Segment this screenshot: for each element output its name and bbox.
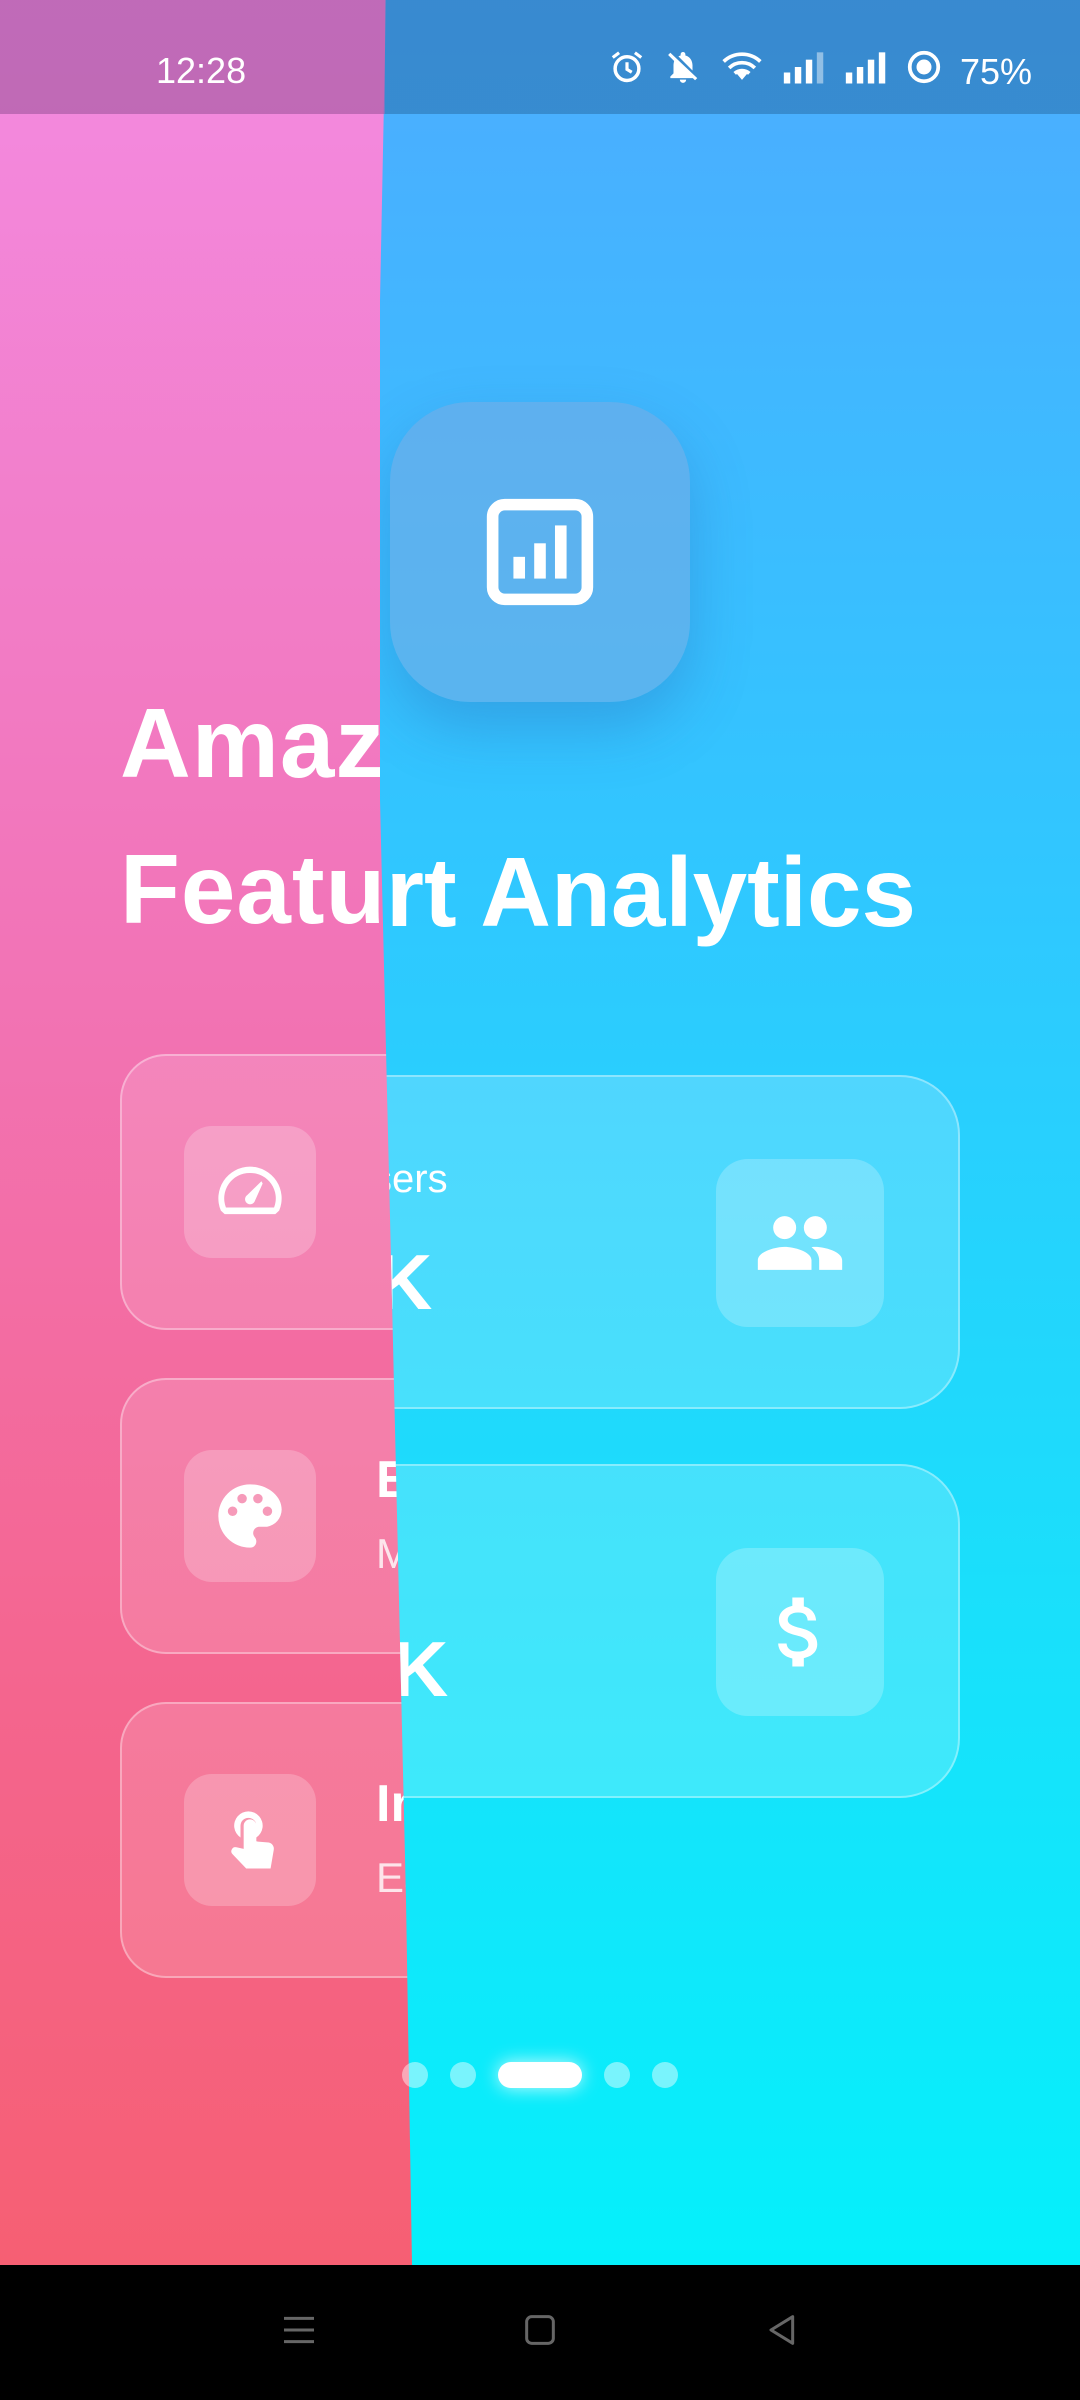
- page-dot[interactable]: [402, 2062, 428, 2088]
- analytics-title: rt Analytics: [385, 837, 916, 947]
- alarm-icon: [608, 48, 646, 95]
- page-dot[interactable]: [450, 2062, 476, 2088]
- status-icons: 75%: [608, 48, 1032, 95]
- home-icon[interactable]: [520, 2310, 560, 2355]
- onboarding-screen: Amaz Featu E M In Ea rt Analytics sers K…: [0, 0, 1080, 2265]
- mute-icon: [664, 48, 702, 95]
- signal-icon: [782, 50, 826, 93]
- palette-icon: [184, 1450, 316, 1582]
- touch-icon: [184, 1774, 316, 1906]
- page-dot-active[interactable]: [498, 2062, 582, 2088]
- page-dot[interactable]: [652, 2062, 678, 2088]
- page-dot[interactable]: [604, 2062, 630, 2088]
- analytics-chart-icon: [390, 402, 690, 702]
- navigation-bar: [0, 2265, 1080, 2400]
- speedometer-icon: [184, 1126, 316, 1258]
- status-time: 12:28: [156, 50, 247, 91]
- wifi-icon: [720, 48, 764, 95]
- status-bar: 12:28 75%: [0, 0, 1080, 114]
- signal-icon: [844, 50, 888, 93]
- battery-level: 75%: [959, 50, 1032, 92]
- page-indicator: [0, 2060, 1080, 2090]
- users-icon: [716, 1159, 884, 1327]
- dollar-icon: [716, 1548, 884, 1716]
- menu-icon[interactable]: [278, 2310, 320, 2355]
- back-icon[interactable]: [760, 2310, 802, 2355]
- battery-saver-icon: [906, 49, 942, 94]
